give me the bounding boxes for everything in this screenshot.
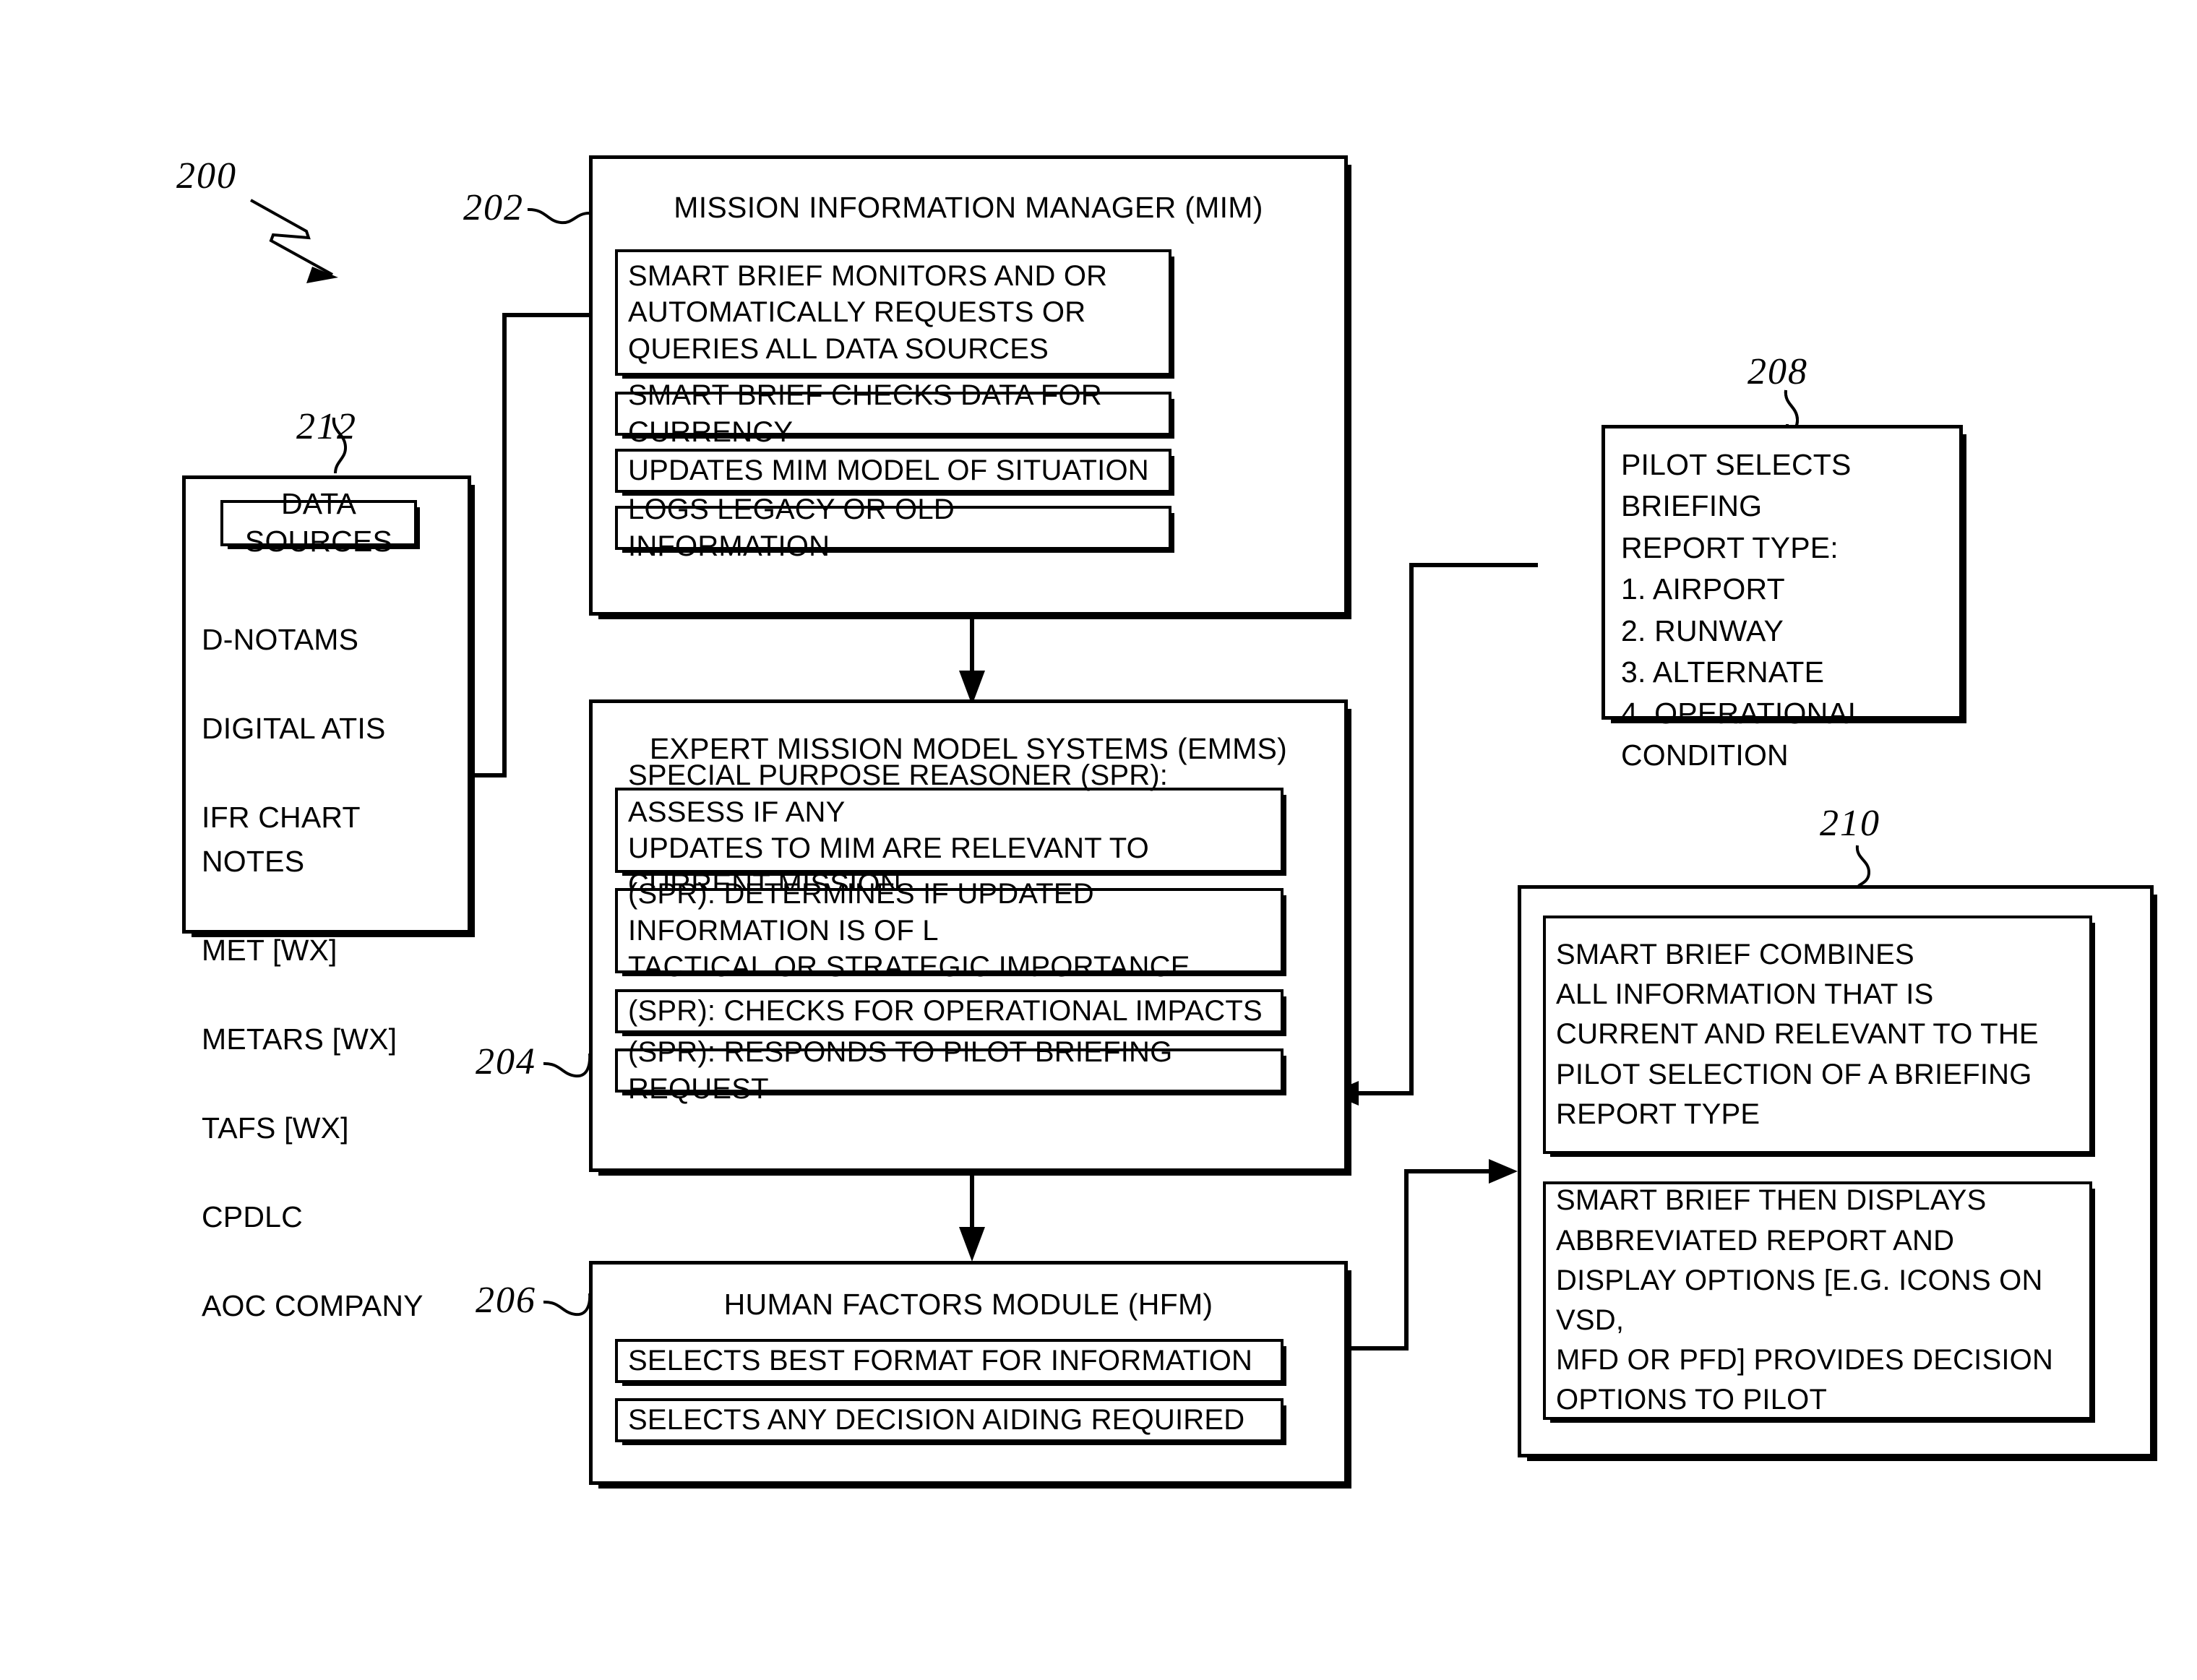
pilot-select-text: PILOT SELECTS BRIEFING REPORT TYPE: 1. A… (1621, 448, 1864, 772)
hfm-title: HUMAN FACTORS MODULE (HFM) (723, 1288, 1213, 1321)
mim-step-2-box: SMART BRIEF CHECKS DATA FOR CURRENCY (615, 379, 1171, 448)
ref-lead-210 (1855, 845, 1870, 887)
smart-brief-combines-label: SMART BRIEF COMBINES ALL INFORMATION THA… (1556, 939, 2039, 1130)
emms-step-2-label: (SPR): DETERMINES IF UPDATED INFORMATION… (628, 878, 1190, 983)
list-item-tafs-wx: TAFS [WX] (202, 1111, 349, 1145)
emms-step-2-box: (SPR): DETERMINES IF UPDATED INFORMATION… (615, 878, 1284, 983)
ref-numeral-206: 206 (476, 1280, 536, 1321)
emms-step-4-box: (SPR): RESPONDS TO PILOT BRIEFING REQUES… (615, 1036, 1284, 1105)
smart-brief-output-box: SMART BRIEF COMBINES ALL INFORMATION THA… (1518, 885, 2154, 1457)
hfm-step-2-label: SELECTS ANY DECISION AIDING REQUIRED (628, 1404, 1245, 1436)
list-item-met-wx: MET [WX] (202, 934, 337, 967)
human-factors-module-box: HUMAN FACTORS MODULE (HFM) SELECTS BEST … (589, 1261, 1348, 1485)
mim-step-4-label: LOGS LEGACY OR OLD INFORMATION (628, 494, 955, 562)
arrow-mim-to-emms (959, 616, 985, 705)
data-sources-list: D-NOTAMS DIGITAL ATIS IFR CHART NOTES ME… (202, 573, 469, 1373)
data-sources-box: DATA SOURCES D-NOTAMS DIGITAL ATIS IFR C… (182, 475, 471, 1322)
list-item-digital-atis: DIGITAL ATIS (202, 711, 386, 745)
data-sources-heading-label: DATA SOURCES (244, 487, 393, 558)
hfm-step-1-label: SELECTS BEST FORMAT FOR INFORMATION (628, 1345, 1253, 1377)
arrow-pilot-select-to-emms (1330, 563, 1538, 1106)
expert-mission-model-systems-box: EXPERT MISSION MODEL SYSTEMS (EMMS) SPEC… (589, 699, 1348, 1172)
ref-lead-202 (527, 207, 590, 225)
smart-brief-displays-box: SMART BRIEF THEN DISPLAYS ABBREVIATED RE… (1543, 1181, 2092, 1420)
mim-title: MISSION INFORMATION MANAGER (MIM) (674, 191, 1263, 224)
ref-lead-206 (543, 1293, 592, 1317)
emms-step-1-box: SPECIAL PURPOSE REASONER (SPR): ASSESS I… (615, 759, 1284, 900)
figure-lead-line-200 (250, 199, 338, 283)
smart-brief-displays-label: SMART BRIEF THEN DISPLAYS ABBREVIATED RE… (1556, 1184, 2054, 1416)
list-item-metars-wx: METARS [WX] (202, 1022, 397, 1056)
ref-numeral-212: 212 (296, 406, 357, 447)
mim-step-2-label: SMART BRIEF CHECKS DATA FOR CURRENCY (628, 379, 1102, 448)
emms-step-3-box: (SPR): CHECKS FOR OPERATIONAL IMPACTS (615, 989, 1284, 1033)
emms-step-4-label: (SPR): RESPONDS TO PILOT BRIEFING REQUES… (628, 1036, 1173, 1105)
mim-step-4-box: LOGS LEGACY OR OLD INFORMATION (615, 494, 1171, 562)
arrow-emms-to-hfm (959, 1172, 985, 1262)
mission-information-manager-box: MISSION INFORMATION MANAGER (MIM) SMART … (589, 155, 1348, 616)
hfm-step-2-box: SELECTS ANY DECISION AIDING REQUIRED (615, 1398, 1284, 1442)
list-item-d-notams: D-NOTAMS (202, 622, 359, 656)
ref-numeral-202: 202 (463, 187, 524, 228)
pilot-selects-briefing-report-type-box: PILOT SELECTS BRIEFING REPORT TYPE: 1. A… (1601, 425, 1963, 772)
list-item-cpdlc: CPDLC (202, 1200, 303, 1233)
ref-numeral-208: 208 (1747, 351, 1808, 392)
mim-step-1-label: SMART BRIEF MONITORS AND OR AUTOMATICALL… (628, 259, 1108, 365)
list-item-ifr-chart-notes: IFR CHART NOTES (202, 800, 360, 879)
list-item-aoc-company: AOC COMPANY (202, 1289, 424, 1322)
data-sources-heading-box: DATA SOURCES (220, 487, 417, 558)
emms-step-3-label: (SPR): CHECKS FOR OPERATIONAL IMPACTS (628, 995, 1263, 1028)
smart-brief-combines-box: SMART BRIEF COMBINES ALL INFORMATION THA… (1543, 916, 2092, 1154)
patent-figure-200: 200 202 212 204 206 208 210 DATA SOURCES… (0, 0, 2197, 1680)
hfm-step-1-box: SELECTS BEST FORMAT FOR INFORMATION (615, 1339, 1284, 1383)
ref-numeral-204: 204 (476, 1041, 536, 1082)
mim-step-3-label: UPDATES MIM MODEL OF SITUATION (628, 455, 1149, 487)
mim-step-3-box: UPDATES MIM MODEL OF SITUATION (615, 449, 1171, 493)
ref-lead-204 (543, 1053, 592, 1078)
ref-numeral-200: 200 (176, 155, 237, 197)
mim-step-1-box: SMART BRIEF MONITORS AND OR AUTOMATICALL… (615, 249, 1171, 376)
ref-numeral-210: 210 (1820, 803, 1880, 844)
arrow-hfm-to-output (1350, 1159, 1518, 1351)
